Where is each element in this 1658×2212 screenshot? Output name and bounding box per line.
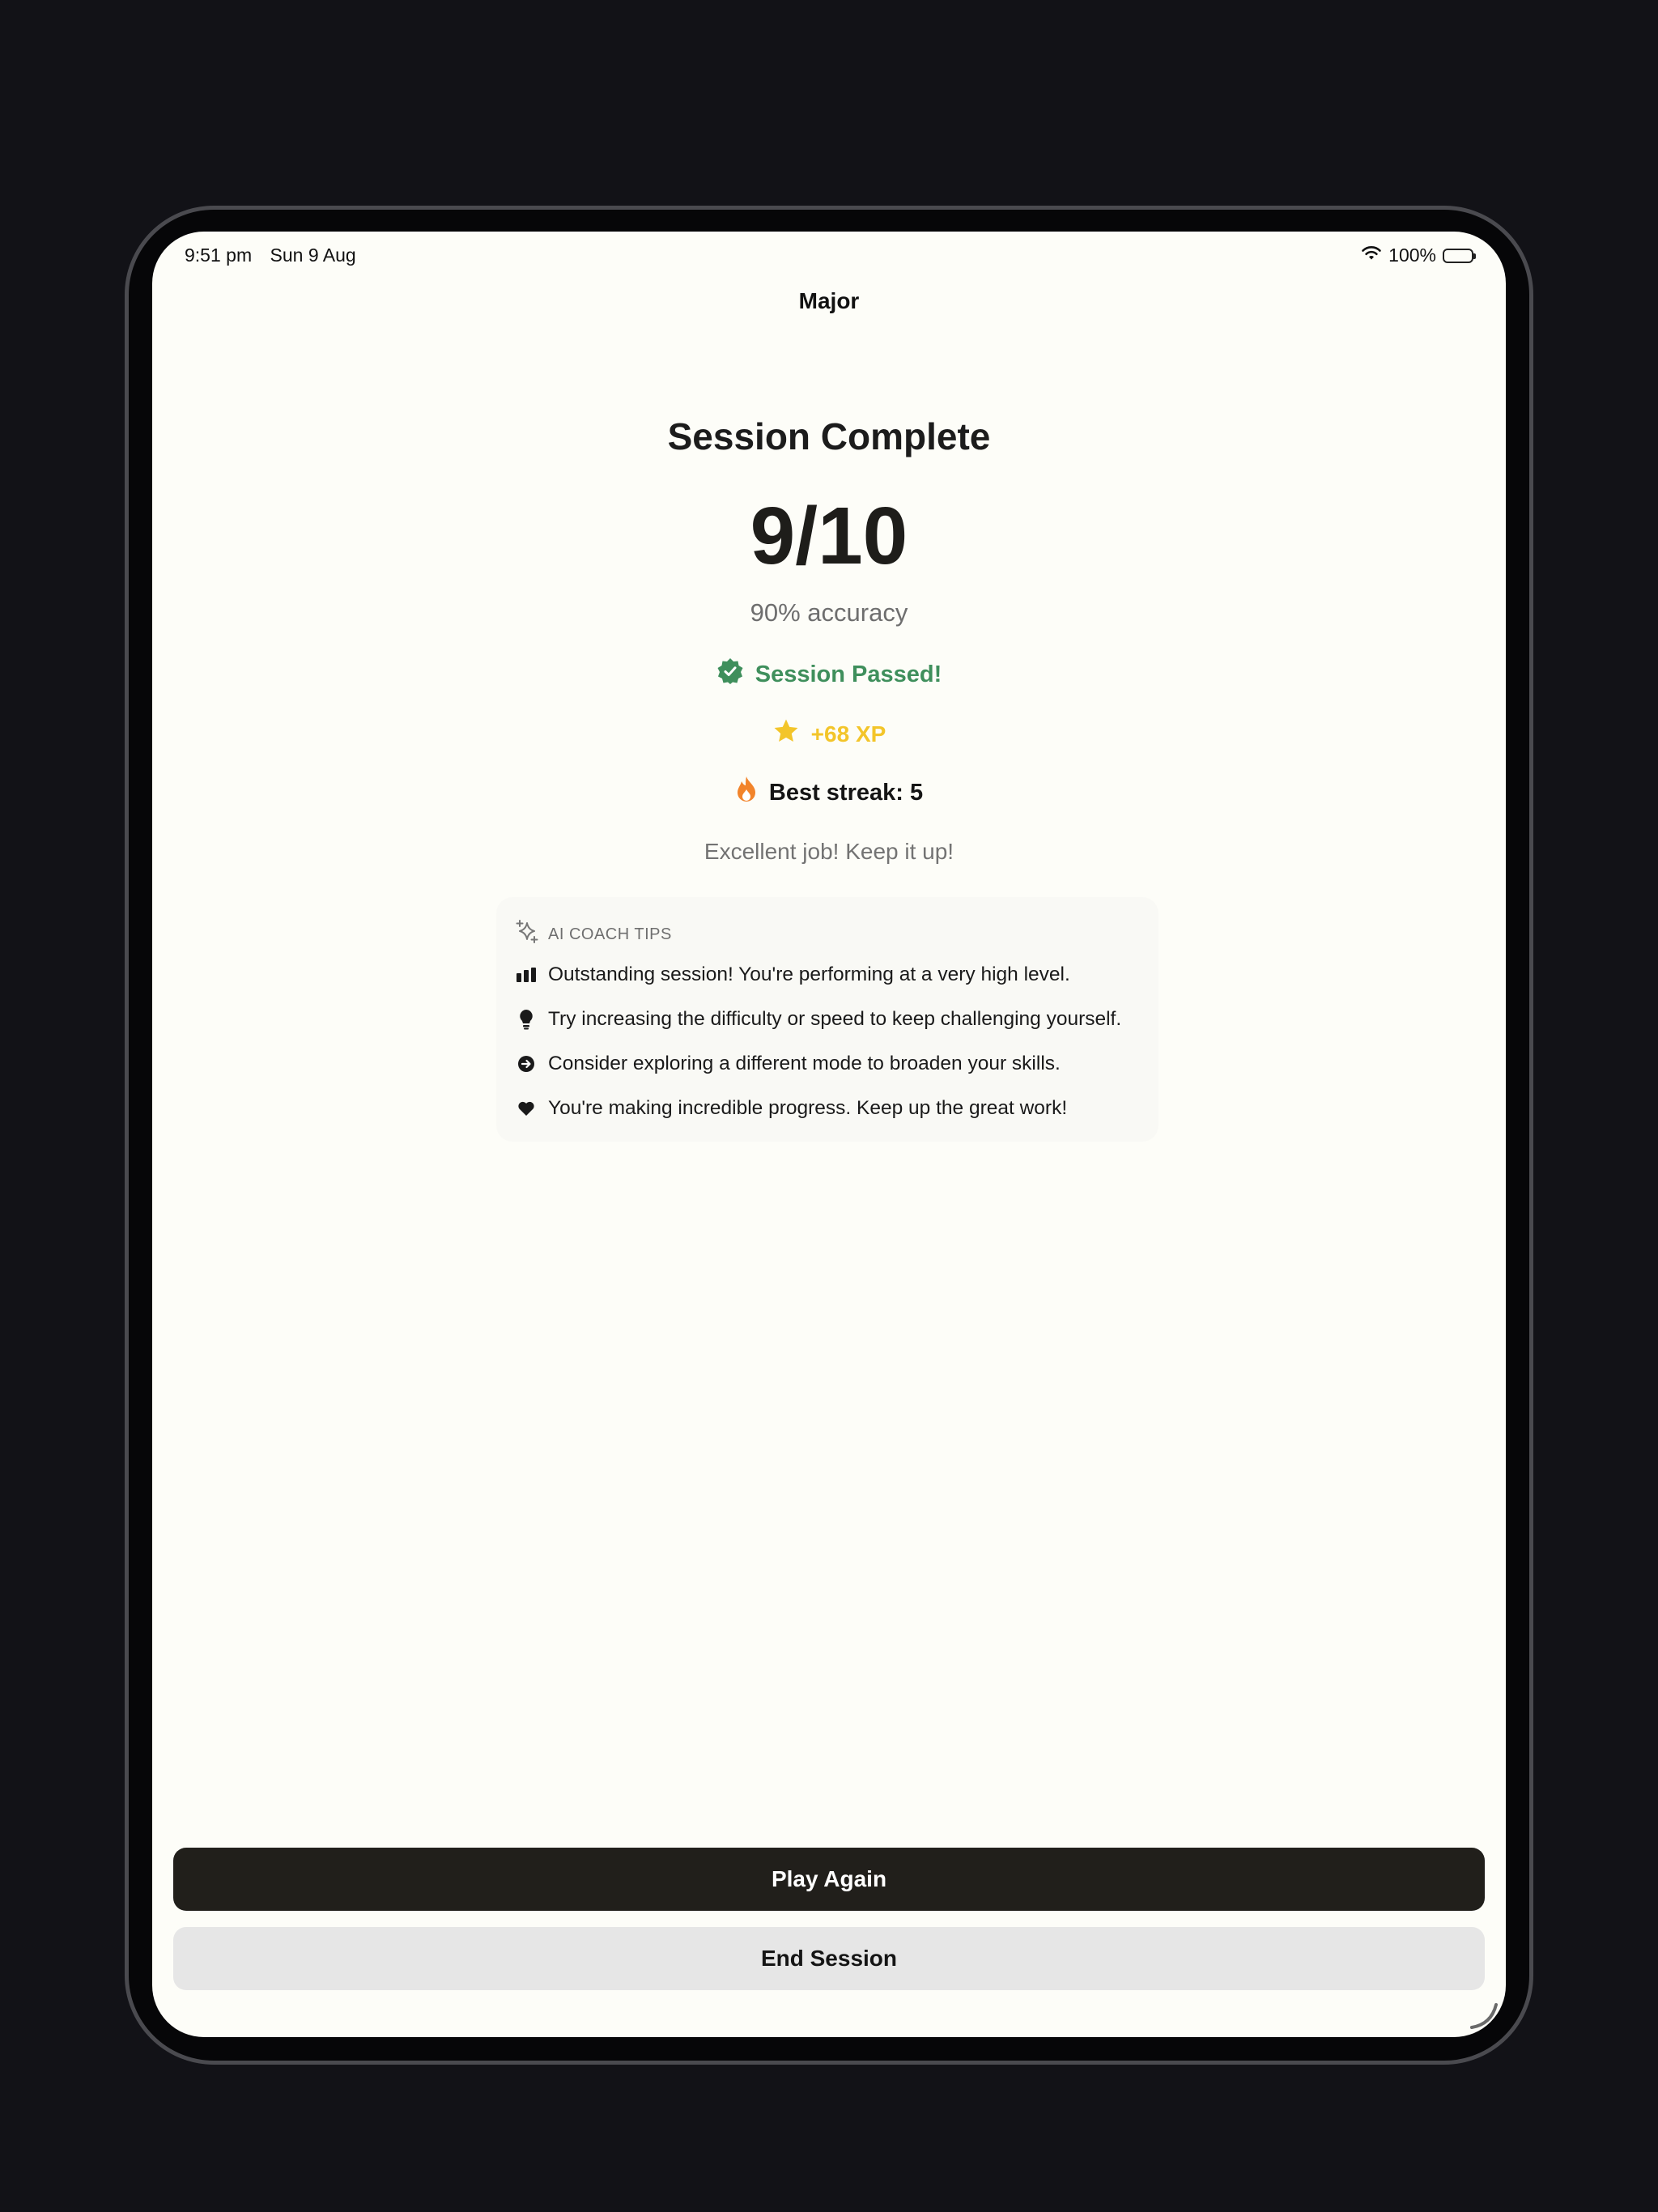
chart-bars-icon — [516, 964, 537, 985]
encouragement-text: Excellent job! Keep it up! — [704, 839, 954, 864]
star-icon — [772, 717, 800, 751]
sparkles-icon — [516, 920, 538, 949]
heart-icon — [516, 1098, 537, 1119]
status-time: 9:51 pm — [185, 245, 253, 266]
tips-title: AI COACH TIPS — [548, 925, 672, 943]
app-screen: 9:51 pm Sun 9 Aug 100% Major Session Com… — [152, 232, 1506, 2037]
tip-text: You're making incredible progress. Keep … — [548, 1097, 1068, 1119]
accuracy-text: 90% accuracy — [750, 598, 908, 627]
battery-percent: 100% — [1388, 245, 1436, 266]
tips-header: AI COACH TIPS — [516, 920, 672, 949]
session-passed-text: Session Passed! — [755, 661, 942, 687]
tip-item: Consider exploring a different mode to b… — [516, 1053, 1061, 1075]
nav-title: Major — [798, 288, 860, 313]
tip-item: Outstanding session! You're performing a… — [516, 963, 1070, 986]
status-right: 100% — [1361, 245, 1476, 266]
streak-text: Best streak: 5 — [768, 779, 924, 806]
page-title: Session Complete — [667, 415, 991, 457]
session-passed-badge: Session Passed! — [152, 657, 1506, 691]
arrow-circle-icon — [516, 1053, 537, 1074]
battery-icon — [1443, 248, 1476, 263]
best-streak: Best streak: 5 — [152, 776, 1506, 810]
resize-handle-icon — [1469, 2000, 1501, 2032]
lightbulb-icon — [516, 1009, 537, 1030]
xp-text: +68 XP — [810, 721, 886, 747]
ai-coach-tips-card: AI COACH TIPS Outstanding session! You'r… — [496, 897, 1158, 1142]
status-bar: 9:51 pm Sun 9 Aug 100% — [185, 241, 1476, 270]
status-date: Sun 9 Aug — [270, 245, 356, 266]
wifi-icon — [1361, 245, 1382, 266]
end-session-button[interactable]: End Session — [173, 1927, 1485, 1990]
flame-icon — [735, 776, 758, 810]
play-again-button[interactable]: Play Again — [173, 1848, 1485, 1911]
xp-reward: +68 XP — [152, 717, 1506, 751]
tip-text: Outstanding session! You're performing a… — [548, 963, 1070, 985]
score-value: 9/10 — [750, 491, 908, 581]
tip-item: You're making incredible progress. Keep … — [516, 1097, 1067, 1120]
verified-badge-icon — [716, 657, 744, 691]
tip-text: Consider exploring a different mode to b… — [548, 1053, 1061, 1074]
tip-item: Try increasing the difficulty or speed t… — [516, 1008, 1121, 1031]
tip-text: Try increasing the difficulty or speed t… — [548, 1008, 1122, 1030]
status-left: 9:51 pm Sun 9 Aug — [185, 245, 369, 266]
